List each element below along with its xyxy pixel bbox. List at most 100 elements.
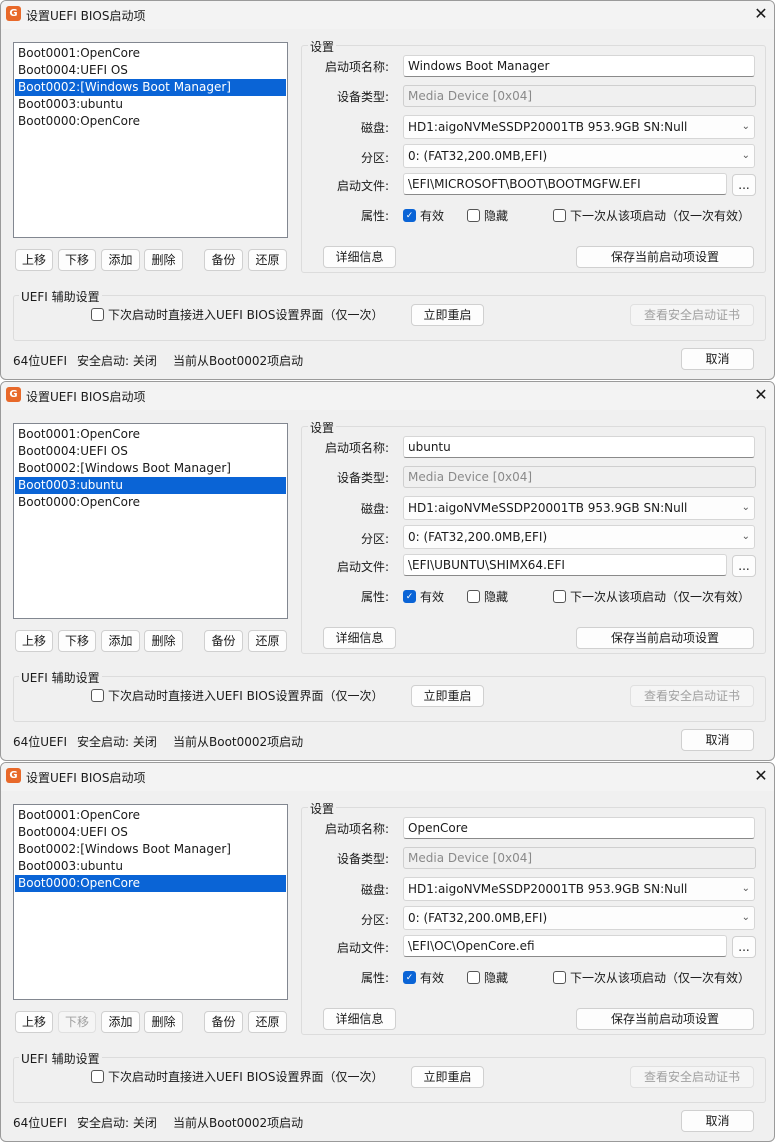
enter-bios-checkbox[interactable]: 下次启动时直接进入UEFI BIOS设置界面（仅一次） (91, 1070, 383, 1084)
partition-select[interactable]: 0: (FAT32,200.0MB,EFI) ⌄ (403, 525, 755, 549)
save-settings-button[interactable]: 保存当前启动项设置 (576, 246, 754, 268)
title-bar[interactable]: G 设置UEFI BIOS启动项 ✕ (1, 382, 774, 410)
partition-label: 分区: (360, 532, 389, 546)
entry-name-input[interactable]: OpenCore (403, 817, 755, 839)
chevron-down-icon: ⌄ (741, 121, 750, 132)
boot-entry-item[interactable]: Boot0003:ubuntu (15, 96, 286, 113)
boot-entry-list[interactable]: Boot0001:OpenCore Boot0004:UEFI OS Boot000… (13, 804, 288, 1000)
restore-button[interactable]: 还原 (248, 630, 287, 652)
backup-button[interactable]: 备份 (204, 630, 243, 652)
checkbox-box (467, 971, 480, 984)
save-settings-button[interactable]: 保存当前启动项设置 (576, 1008, 754, 1030)
boot-entry-item[interactable]: Boot0000:OpenCore (15, 875, 286, 892)
cancel-button[interactable]: 取消 (681, 348, 754, 370)
save-settings-button[interactable]: 保存当前启动项设置 (576, 627, 754, 649)
backup-button[interactable]: 备份 (204, 1011, 243, 1033)
delete-button[interactable]: 删除 (144, 249, 183, 271)
device-type-label: 设备类型: (336, 90, 389, 104)
device-type-input: Media Device [0x04] (403, 847, 756, 869)
close-button[interactable]: ✕ (749, 2, 773, 26)
boot-file-input[interactable]: \EFI\OC\OpenCore.efi (403, 935, 727, 957)
cancel-button[interactable]: 取消 (681, 1110, 754, 1132)
disk-select[interactable]: HD1:aigoNVMeSSDP20001TB 953.9GB SN:Null ⌄ (403, 115, 755, 139)
close-button[interactable]: ✕ (749, 764, 773, 788)
device-type-input: Media Device [0x04] (403, 466, 756, 488)
boot-entry-item[interactable]: Boot0002:[Windows Boot Manager] (15, 79, 286, 96)
delete-button[interactable]: 删除 (144, 630, 183, 652)
details-button[interactable]: 详细信息 (323, 1008, 396, 1030)
boot-entry-list[interactable]: Boot0001:OpenCore Boot0004:UEFI OS Boot000… (13, 423, 288, 619)
active-checkbox[interactable]: ✓ 有效 (403, 590, 444, 604)
disk-select[interactable]: HD1:aigoNVMeSSDP20001TB 953.9GB SN:Null ⌄ (403, 877, 755, 901)
restart-now-button[interactable]: 立即重启 (411, 304, 484, 326)
enter-bios-checkbox[interactable]: 下次启动时直接进入UEFI BIOS设置界面（仅一次） (91, 689, 383, 703)
restart-now-button[interactable]: 立即重启 (411, 685, 484, 707)
boot-entry-item[interactable]: Boot0001:OpenCore (15, 45, 286, 62)
boot-entry-item[interactable]: Boot0000:OpenCore (15, 494, 286, 511)
boot-entry-list[interactable]: Boot0001:OpenCore Boot0004:UEFI OS Boot000… (13, 42, 288, 238)
entry-name-input[interactable]: ubuntu (403, 436, 755, 458)
boot-entry-item[interactable]: Boot0002:[Windows Boot Manager] (15, 841, 286, 858)
boot-entry-dialog: G 设置UEFI BIOS启动项 ✕ Boot0001:OpenCore Boot… (0, 762, 775, 1142)
partition-value: 0: (FAT32,200.0MB,EFI) (408, 911, 548, 925)
boot-entry-item[interactable]: Boot0001:OpenCore (15, 807, 286, 824)
boot-entry-item[interactable]: Boot0002:[Windows Boot Manager] (15, 460, 286, 477)
view-certs-button: 查看安全启动证书 (630, 1066, 754, 1088)
boot-entry-item[interactable]: Boot0000:OpenCore (15, 113, 286, 130)
hidden-label: 隐藏 (484, 590, 509, 604)
details-button[interactable]: 详细信息 (323, 246, 396, 268)
boot-entry-item[interactable]: Boot0001:OpenCore (15, 426, 286, 443)
browse-button[interactable]: ... (732, 936, 756, 958)
boot-entry-item[interactable]: Boot0004:UEFI OS (15, 824, 286, 841)
restore-button[interactable]: 还原 (248, 249, 287, 271)
move-down-button[interactable]: 下移 (58, 630, 96, 652)
title-bar[interactable]: G 设置UEFI BIOS启动项 ✕ (1, 1, 774, 29)
browse-button[interactable]: ... (732, 555, 756, 577)
add-button[interactable]: 添加 (101, 630, 140, 652)
boot-next-checkbox[interactable]: 下一次从该项启动（仅一次有效） (553, 590, 750, 604)
boot-file-input[interactable]: \EFI\UBUNTU\SHIMX64.EFI (403, 554, 727, 576)
window-title: 设置UEFI BIOS启动项 (26, 771, 146, 785)
details-button[interactable]: 详细信息 (323, 627, 396, 649)
hidden-checkbox[interactable]: 隐藏 (467, 209, 508, 223)
hidden-checkbox[interactable]: 隐藏 (467, 590, 508, 604)
boot-next-checkbox[interactable]: 下一次从该项启动（仅一次有效） (553, 209, 750, 223)
boot-entry-item[interactable]: Boot0003:ubuntu (15, 477, 286, 494)
boot-entry-item[interactable]: Boot0003:ubuntu (15, 858, 286, 875)
boot-entry-item[interactable]: Boot0004:UEFI OS (15, 62, 286, 79)
entry-name-input[interactable]: Windows Boot Manager (403, 55, 755, 77)
add-button[interactable]: 添加 (101, 1011, 140, 1033)
boot-file-input[interactable]: \EFI\MICROSOFT\BOOT\BOOTMGFW.EFI (403, 173, 727, 195)
move-up-button[interactable]: 上移 (15, 1011, 53, 1033)
move-up-button[interactable]: 上移 (15, 630, 53, 652)
boot-entry-item[interactable]: Boot0004:UEFI OS (15, 443, 286, 460)
delete-button[interactable]: 删除 (144, 1011, 183, 1033)
enter-bios-checkbox[interactable]: 下次启动时直接进入UEFI BIOS设置界面（仅一次） (91, 308, 383, 322)
backup-button[interactable]: 备份 (204, 249, 243, 271)
app-logo-icon: G (6, 6, 21, 21)
boot-file-label: 启动文件: (336, 941, 389, 955)
active-checkbox[interactable]: ✓ 有效 (403, 209, 444, 223)
move-down-button[interactable]: 下移 (58, 1011, 96, 1033)
boot-file-label: 启动文件: (336, 560, 389, 574)
restore-button[interactable]: 还原 (248, 1011, 287, 1033)
browse-button[interactable]: ... (732, 174, 756, 196)
title-bar[interactable]: G 设置UEFI BIOS启动项 ✕ (1, 763, 774, 791)
boot-next-checkbox[interactable]: 下一次从该项启动（仅一次有效） (553, 971, 750, 985)
chevron-down-icon: ⌄ (741, 150, 750, 161)
enter-bios-label: 下次启动时直接进入UEFI BIOS设置界面（仅一次） (108, 1070, 384, 1084)
partition-select[interactable]: 0: (FAT32,200.0MB,EFI) ⌄ (403, 144, 755, 168)
active-checkbox[interactable]: ✓ 有效 (403, 971, 444, 985)
disk-label: 磁盘: (360, 883, 389, 897)
hidden-checkbox[interactable]: 隐藏 (467, 971, 508, 985)
partition-select[interactable]: 0: (FAT32,200.0MB,EFI) ⌄ (403, 906, 755, 930)
cancel-button[interactable]: 取消 (681, 729, 754, 751)
move-up-button[interactable]: 上移 (15, 249, 53, 271)
disk-label: 磁盘: (360, 502, 389, 516)
disk-select[interactable]: HD1:aigoNVMeSSDP20001TB 953.9GB SN:Null ⌄ (403, 496, 755, 520)
add-button[interactable]: 添加 (101, 249, 140, 271)
restart-now-button[interactable]: 立即重启 (411, 1066, 484, 1088)
move-down-button[interactable]: 下移 (58, 249, 96, 271)
window-title: 设置UEFI BIOS启动项 (26, 9, 146, 23)
close-button[interactable]: ✕ (749, 383, 773, 407)
